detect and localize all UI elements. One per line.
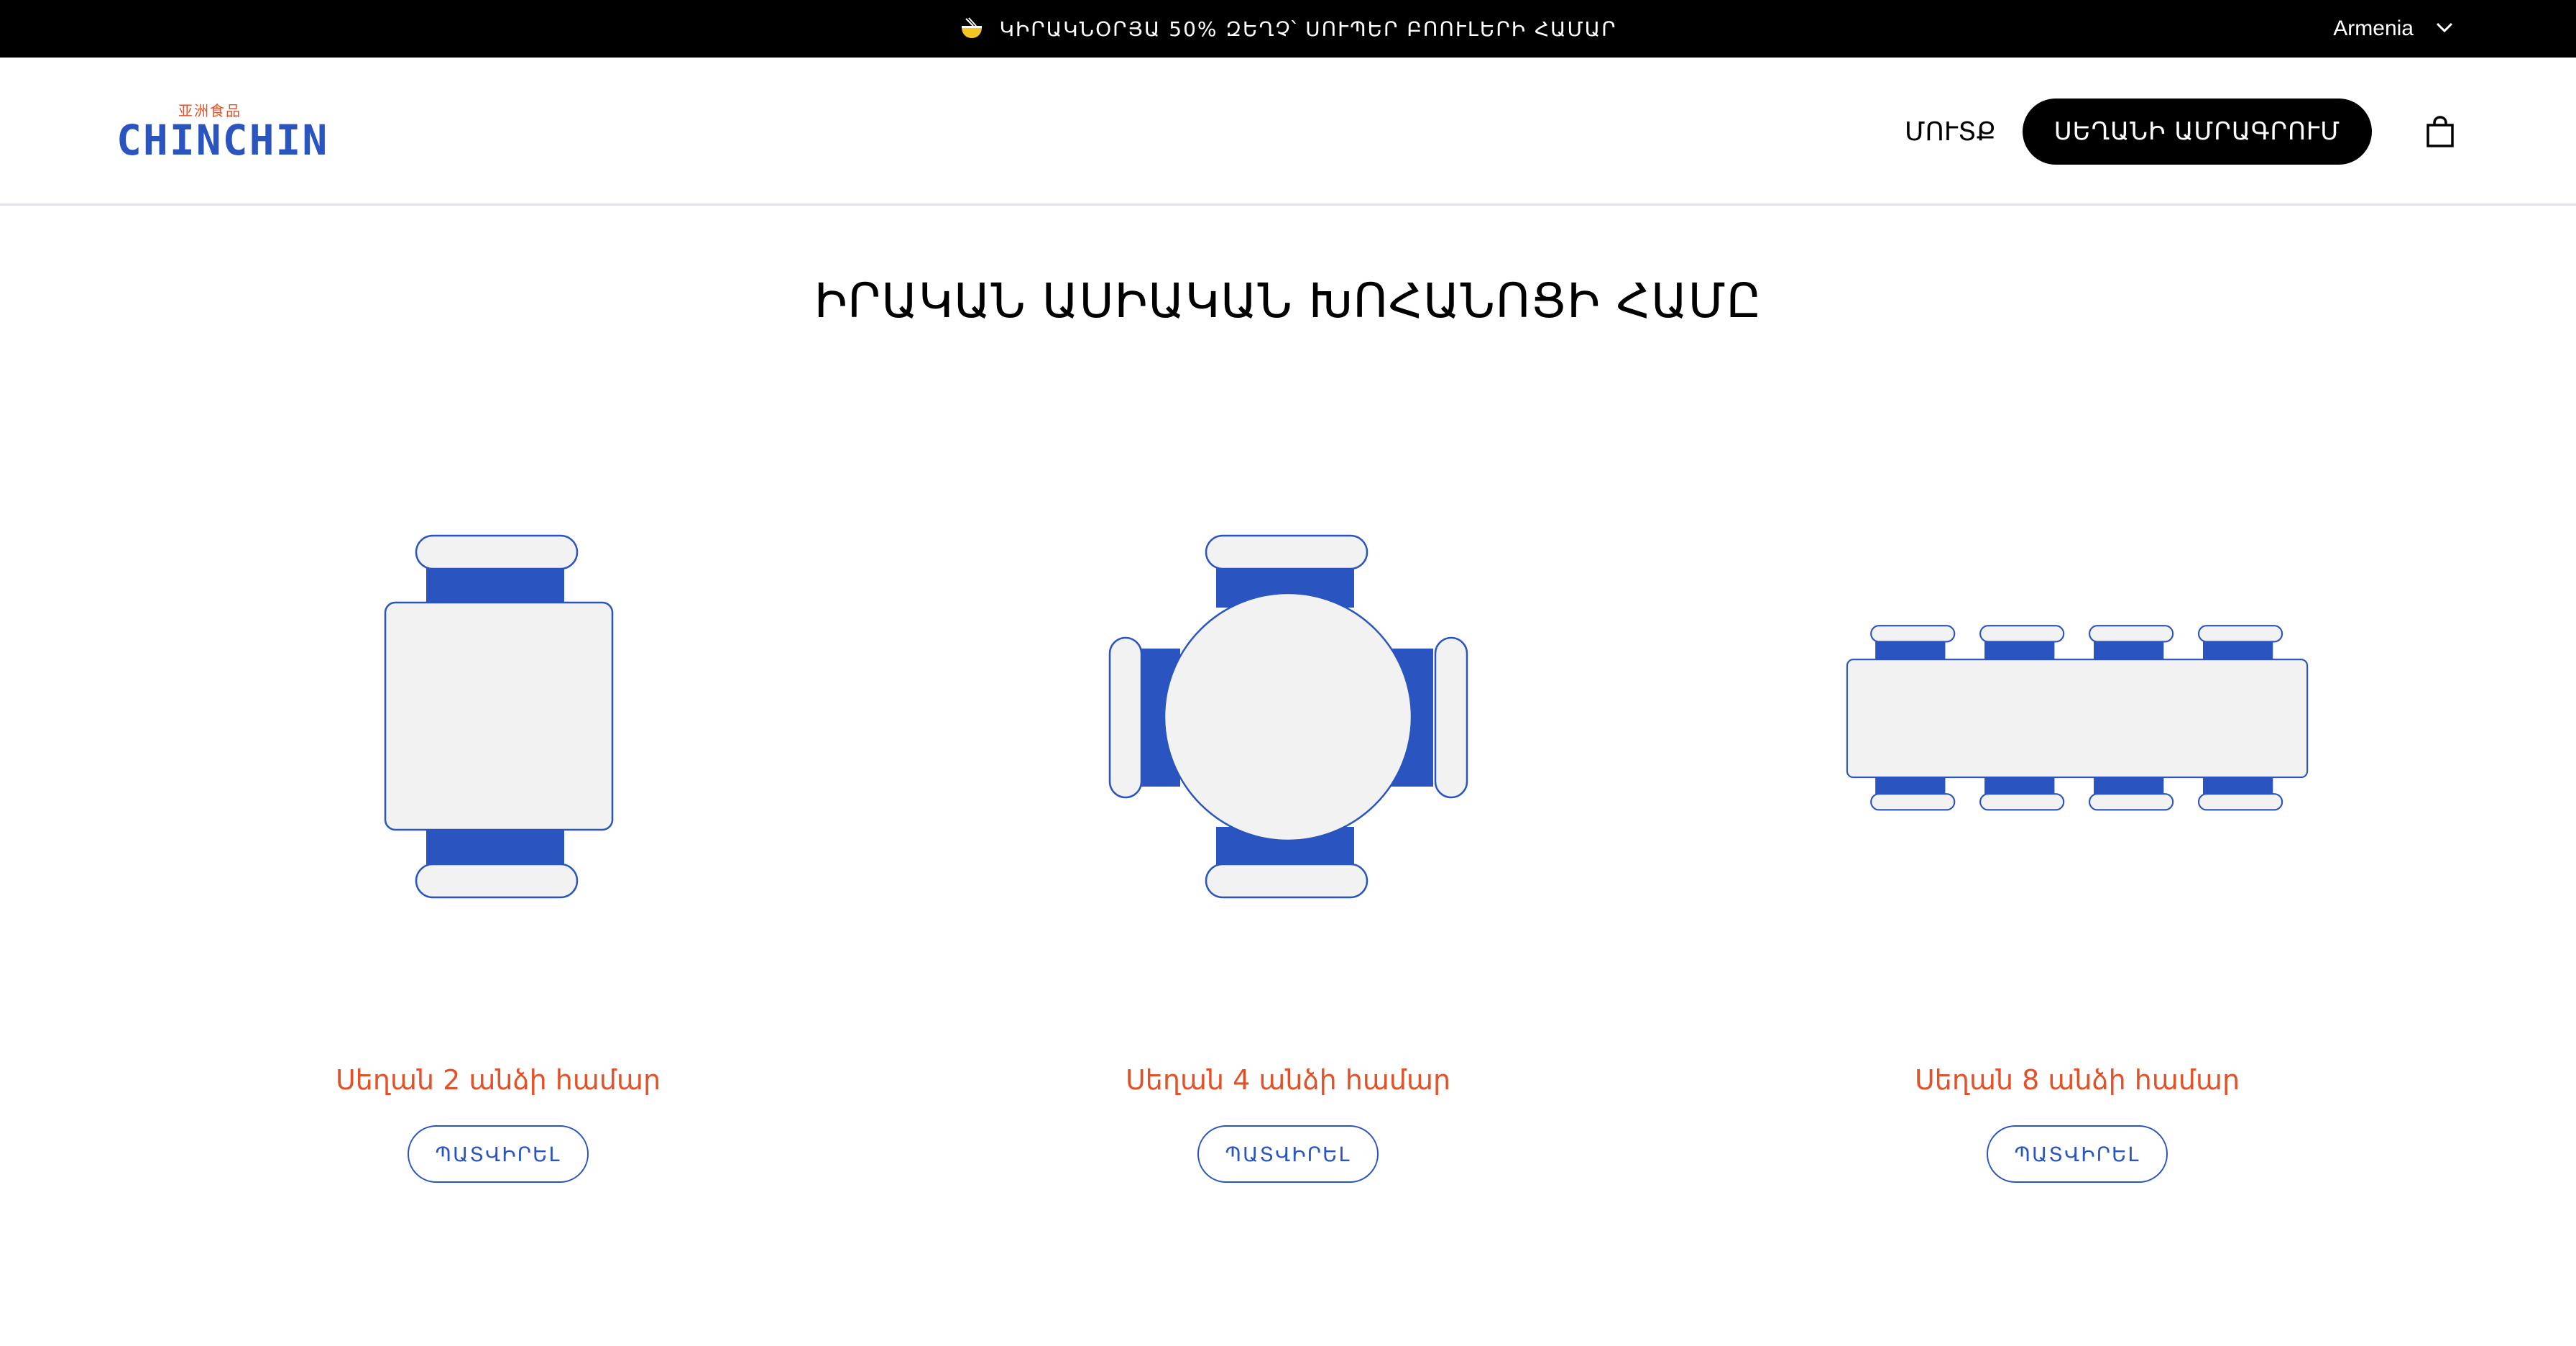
table-label: Սեղան 8 անձի համար [1914,1064,2240,1096]
reserve-table-button[interactable]: ՍԵՂԱՆԻ ԱՄՐԱԳՐՈՒՄ [2023,99,2372,165]
chevron-down-icon [2435,22,2454,36]
country-select[interactable]: Armenia [2333,0,2454,58]
table-card: Սեղան 8 անձի համար ՊԱՏՎԻՐԵԼ [1826,518,2329,1208]
book-table-button[interactable]: ՊԱՏՎԻՐԵԼ [408,1125,589,1183]
book-table-button[interactable]: ՊԱՏՎԻՐԵԼ [1987,1125,2168,1183]
promo-bar: ԿԻՐԱԿՆՕՐՅԱ 50% ԶԵՂՉ՝ ՍՈՒՊԵՐ ԲՈՈՒԼԵՐԻ ՀԱՄ… [0,0,2576,58]
noodle-bowl-icon [959,16,985,42]
table-card: Սեղան 4 անձի համար ՊԱՏՎԻՐԵԼ [1036,518,1540,1208]
table-2-seats-icon [247,518,750,920]
table-4-seats-icon [1036,518,1540,920]
table-label: Սեղան 4 անձի համար [1125,1064,1451,1096]
login-link[interactable]: ՄՈՒՏՔ [1905,58,1996,206]
book-table-button[interactable]: ՊԱՏՎԻՐԵԼ [1197,1125,1379,1183]
shopping-bag-icon[interactable] [2422,114,2458,150]
page-title: ԻՐԱԿԱՆ ԱՍԻԱԿԱՆ ԽՈՀԱՆՈՑԻ ՀԱՄԸ [814,273,1762,329]
promo-message: ԿԻՐԱԿՆՕՐՅԱ 50% ԶԵՂՉ՝ ՍՈՒՊԵՐ ԲՈՈՒԼԵՐԻ ՀԱՄ… [0,0,2576,58]
table-label: Սեղան 2 անձի համար [335,1064,661,1096]
table-8-seats-icon [1826,518,2329,920]
promo-text: ԿԻՐԱԿՆՕՐՅԱ 50% ԶԵՂՉ՝ ՍՈՒՊԵՐ ԲՈՈՒԼԵՐԻ ՀԱՄ… [999,17,1617,41]
country-label: Armenia [2333,17,2414,40]
logo[interactable]: 亚洲食品 CHINCHIN [116,102,329,167]
site-header: 亚洲食品 CHINCHIN ՄՈՒՏՔ ՍԵՂԱՆԻ ԱՄՐԱԳՐՈՒՄ [0,58,2576,206]
logo-wordmark: CHINCHIN [116,116,329,165]
table-card: Սեղան 2 անձի համար ՊԱՏՎԻՐԵԼ [247,518,750,1208]
